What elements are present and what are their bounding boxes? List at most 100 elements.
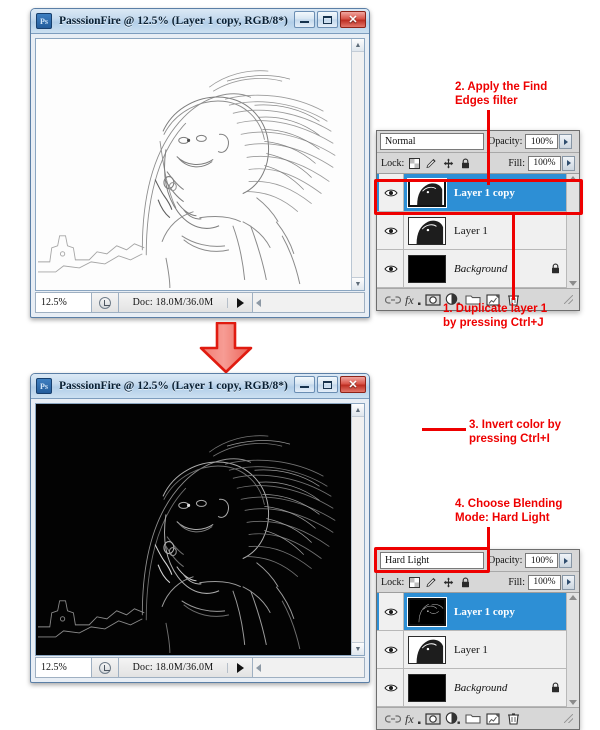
fill-label: Fill: [508, 157, 525, 169]
layer-row[interactable]: Layer 1 [377, 212, 579, 250]
opacity-value[interactable]: 100% [525, 553, 559, 568]
layer-visibility-toggle[interactable] [379, 212, 404, 249]
lock-row-bottom[interactable]: Lock: Fill: 100% [377, 572, 579, 593]
lock-position-icon[interactable] [443, 158, 454, 169]
lock-image-pixels-icon[interactable] [426, 577, 437, 588]
lock-image-pixels-icon[interactable] [426, 158, 437, 169]
minimize-button[interactable] [294, 376, 315, 393]
minimize-button[interactable] [294, 11, 315, 28]
horizontal-scrollbar-bottom[interactable] [252, 658, 364, 677]
fill-value[interactable]: 100% [528, 155, 561, 171]
opacity-slider-button[interactable] [559, 134, 573, 149]
close-button[interactable]: ✕ [340, 11, 366, 28]
opacity-slider-button[interactable] [559, 553, 573, 568]
minimize-icon [300, 386, 309, 388]
statusbar-top[interactable]: 12.5% Doc: 18.0M/36.0M [35, 292, 365, 313]
layers-panel-top[interactable]: Normal Opacity: 100% Lock: Fill: 100% La… [376, 130, 580, 311]
layer-visibility-toggle[interactable] [379, 631, 404, 668]
fill-slider-button[interactable] [562, 574, 575, 590]
lock-all-icon[interactable] [460, 577, 471, 588]
link-layers-icon[interactable] [383, 711, 403, 727]
layer-thumbnail[interactable] [408, 673, 446, 702]
lock-position-icon[interactable] [443, 577, 454, 588]
window-title: PasssionFire @ 12.5% (Layer 1 copy, RGB/… [59, 15, 288, 27]
layer-list-bottom[interactable]: Layer 1 copy Layer 1 Background [377, 593, 579, 707]
layer-thumbnail[interactable] [408, 635, 446, 664]
status-expand-button[interactable] [227, 297, 252, 308]
zoom-level-field[interactable]: 12.5% [36, 658, 92, 677]
document-image-inverted [36, 404, 351, 655]
layer-thumbnail[interactable] [408, 254, 446, 283]
zoom-level-field[interactable]: 12.5% [36, 293, 92, 312]
panel-resize-grip[interactable] [564, 714, 573, 723]
layer-row[interactable]: Background [377, 669, 579, 707]
scroll-down-icon[interactable]: ▼ [352, 277, 364, 290]
blend-mode-select[interactable]: Normal [380, 133, 484, 150]
delete-layer-icon[interactable] [503, 711, 523, 727]
layers-panel-footer-bottom[interactable]: fx [377, 707, 579, 729]
eye-icon [384, 684, 398, 691]
triangle-right-icon [566, 579, 571, 585]
window-controls-bottom[interactable]: ✕ [294, 376, 366, 393]
scroll-down-icon[interactable]: ▼ [352, 642, 364, 655]
blend-mode-row-top[interactable]: Normal Opacity: 100% [377, 131, 579, 153]
titlebar-top[interactable]: Ps PasssionFire @ 12.5% (Layer 1 copy, R… [31, 9, 369, 34]
layer-style-fx-icon[interactable]: fx [403, 292, 423, 308]
photoshop-window-top[interactable]: Ps PasssionFire @ 12.5% (Layer 1 copy, R… [30, 8, 370, 318]
layer-row[interactable]: Background [377, 250, 579, 288]
document-preview-button[interactable] [92, 658, 119, 677]
layer-visibility-toggle[interactable] [379, 593, 404, 630]
canvas-area-bottom[interactable]: ▲ ▼ [35, 403, 365, 656]
statusbar-bottom[interactable]: 12.5% Doc: 18.0M/36.0M [35, 657, 365, 678]
layer-thumbnail[interactable] [408, 216, 446, 245]
scroll-up-icon[interactable] [569, 595, 577, 600]
fill-slider-button[interactable] [562, 155, 575, 171]
document-preview-button[interactable] [92, 293, 119, 312]
layer-mask-icon[interactable] [423, 711, 443, 727]
window-controls-top[interactable]: ✕ [294, 11, 366, 28]
horizontal-scrollbar-top[interactable] [252, 293, 364, 312]
lock-transparent-pixels-icon[interactable] [409, 576, 421, 588]
layer-row[interactable]: Layer 1 [377, 631, 579, 669]
layer-list-scrollbar[interactable] [566, 593, 579, 707]
layer-mask-icon[interactable] [423, 292, 443, 308]
vertical-scrollbar-bottom[interactable]: ▲ ▼ [351, 404, 364, 655]
lock-row-top[interactable]: Lock: Fill: 100% [377, 153, 579, 174]
close-button[interactable]: ✕ [340, 376, 366, 393]
highlight-blend-mode-dropdown [374, 547, 490, 573]
vertical-scrollbar-top[interactable]: ▲ ▼ [351, 39, 364, 290]
lock-all-icon[interactable] [460, 158, 471, 169]
scroll-up-icon[interactable]: ▲ [352, 39, 364, 52]
fill-value[interactable]: 100% [528, 574, 561, 590]
layer-thumbnail[interactable] [408, 597, 446, 626]
scroll-left-icon[interactable] [256, 298, 261, 307]
adjustment-layer-icon[interactable] [443, 711, 463, 727]
layer-name: Background [454, 262, 508, 275]
layer-visibility-toggle[interactable] [379, 250, 404, 287]
lock-transparent-pixels-icon[interactable] [409, 157, 421, 169]
svg-text:fx: fx [405, 293, 414, 306]
panel-resize-grip[interactable] [564, 295, 573, 304]
scroll-up-icon[interactable]: ▲ [352, 404, 364, 417]
opacity-value[interactable]: 100% [525, 134, 559, 149]
scroll-down-icon[interactable] [569, 700, 577, 705]
new-group-icon[interactable] [463, 711, 483, 727]
svg-text:fx: fx [405, 712, 414, 725]
link-layers-icon[interactable] [383, 292, 403, 308]
new-layer-icon[interactable] [483, 711, 503, 727]
maximize-button[interactable] [317, 376, 338, 393]
layer-style-fx-icon[interactable]: fx [403, 711, 423, 727]
fill-label: Fill: [508, 576, 525, 588]
layer-name: Background [454, 681, 508, 694]
maximize-button[interactable] [317, 11, 338, 28]
scroll-left-icon[interactable] [256, 663, 261, 672]
layer-visibility-toggle[interactable] [379, 669, 404, 706]
scroll-down-icon[interactable] [569, 281, 577, 286]
status-expand-button[interactable] [227, 662, 252, 673]
canvas-area-top[interactable]: ▲ ▼ [35, 38, 365, 291]
layers-panel-bottom[interactable]: Hard Light Opacity: 100% Lock: Fill: 100… [376, 549, 580, 730]
layer-row[interactable]: Layer 1 copy [377, 593, 579, 631]
titlebar-bottom[interactable]: Ps PasssionFire @ 12.5% (Layer 1 copy, R… [31, 374, 369, 399]
photoshop-window-bottom[interactable]: Ps PasssionFire @ 12.5% (Layer 1 copy, R… [30, 373, 370, 683]
eye-icon [384, 646, 398, 653]
